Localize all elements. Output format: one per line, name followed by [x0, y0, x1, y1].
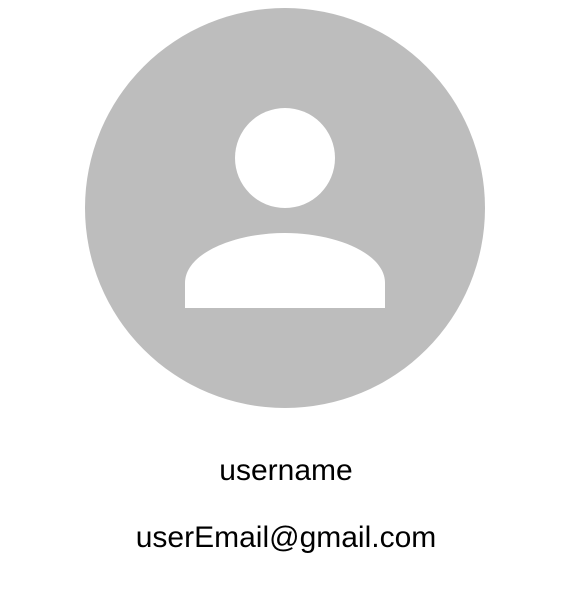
avatar[interactable]	[85, 8, 485, 408]
user-avatar-icon	[85, 8, 485, 408]
profile-username: username	[219, 454, 353, 487]
profile-email: userEmail@gmail.com	[135, 521, 437, 554]
